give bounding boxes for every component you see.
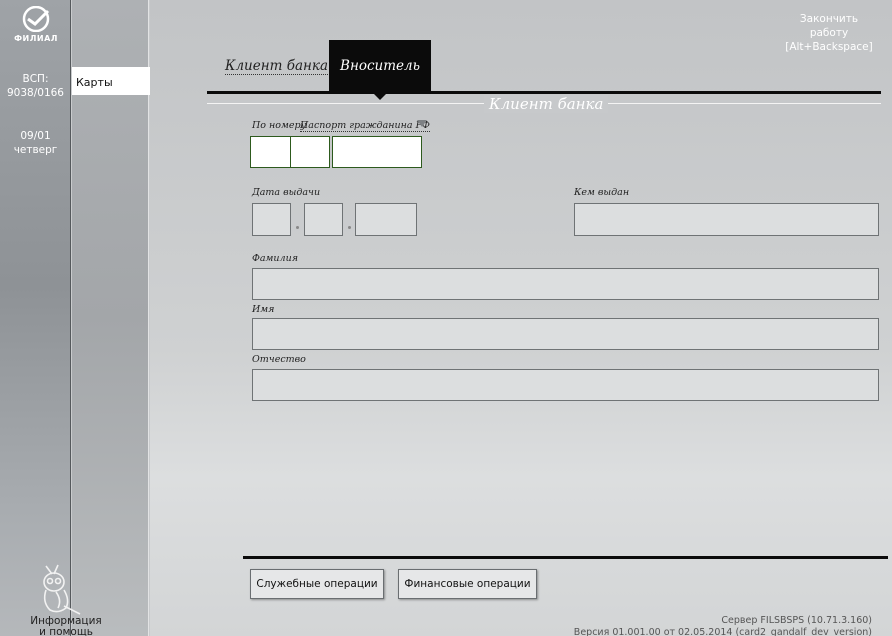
issued-by-label: Кем выдан [574, 187, 630, 198]
date-separator [348, 226, 351, 229]
bottom-divider [243, 556, 888, 559]
tab-client-bank[interactable]: Клиент банка [225, 58, 329, 75]
passport-series-part1-input[interactable] [250, 136, 291, 168]
weekday-value: четверг [13, 144, 58, 156]
passport-series-part2-input[interactable] [290, 136, 330, 168]
logo-text: ФИЛИАЛ [14, 34, 58, 43]
by-number-label: По номеру [252, 120, 307, 131]
issue-month-input[interactable] [304, 203, 343, 236]
left-sidebar: ФИЛИАЛ ВСП: 9038/0166 09/01 четверг [0, 0, 71, 636]
info-line2: и помощь [39, 626, 93, 636]
patronymic-label: Отчество [252, 354, 306, 365]
issue-day-input[interactable] [252, 203, 291, 236]
last-name-input[interactable] [252, 268, 879, 300]
first-name-input[interactable] [252, 318, 879, 350]
dropdown-arrow-icon[interactable] [417, 120, 427, 127]
issue-year-input[interactable] [355, 203, 417, 236]
info-help-link[interactable]: Информация и помощь [26, 616, 106, 636]
current-date: 09/01 четверг [0, 129, 71, 157]
doc-type-select[interactable]: Паспорт гражданина РФ [300, 120, 430, 132]
tab-bar-line [207, 91, 881, 94]
service-operations-button[interactable]: Служебные операции [250, 569, 384, 599]
bank-logo: ФИЛИАЛ [14, 6, 58, 46]
last-name-label: Фамилия [252, 253, 299, 264]
passport-number-input[interactable] [332, 136, 422, 168]
owl-help-icon[interactable] [36, 560, 86, 616]
active-tab-pointer-icon [372, 92, 388, 100]
vsp-label: ВСП: [22, 73, 49, 85]
date-separator [296, 226, 299, 229]
finish-line1: Закончить [799, 13, 859, 25]
first-name-label: Имя [252, 304, 275, 315]
tab-carrier[interactable]: Вноситель [329, 40, 431, 92]
section-title: Клиент банка [484, 95, 609, 113]
date-value: 09/01 [20, 130, 51, 142]
vsp-info: ВСП: 9038/0166 [0, 72, 71, 100]
issued-by-input[interactable] [574, 203, 879, 236]
patronymic-input[interactable] [252, 369, 879, 401]
finish-work-button[interactable]: Закончить работу [Alt+Backspace] [784, 12, 874, 54]
finish-line3: [Alt+Backspace] [785, 41, 873, 53]
financial-operations-button[interactable]: Финансовые операции [398, 569, 537, 599]
version-info: Версия 01.001.00 от 02.05.2014 (card2_ga… [573, 627, 872, 636]
menu-column [72, 0, 149, 636]
bank-logo-icon [22, 6, 50, 32]
vsp-code: 9038/0166 [7, 87, 64, 99]
issue-date-label: Дата выдачи [252, 187, 321, 198]
finish-line2: работу [809, 27, 849, 39]
